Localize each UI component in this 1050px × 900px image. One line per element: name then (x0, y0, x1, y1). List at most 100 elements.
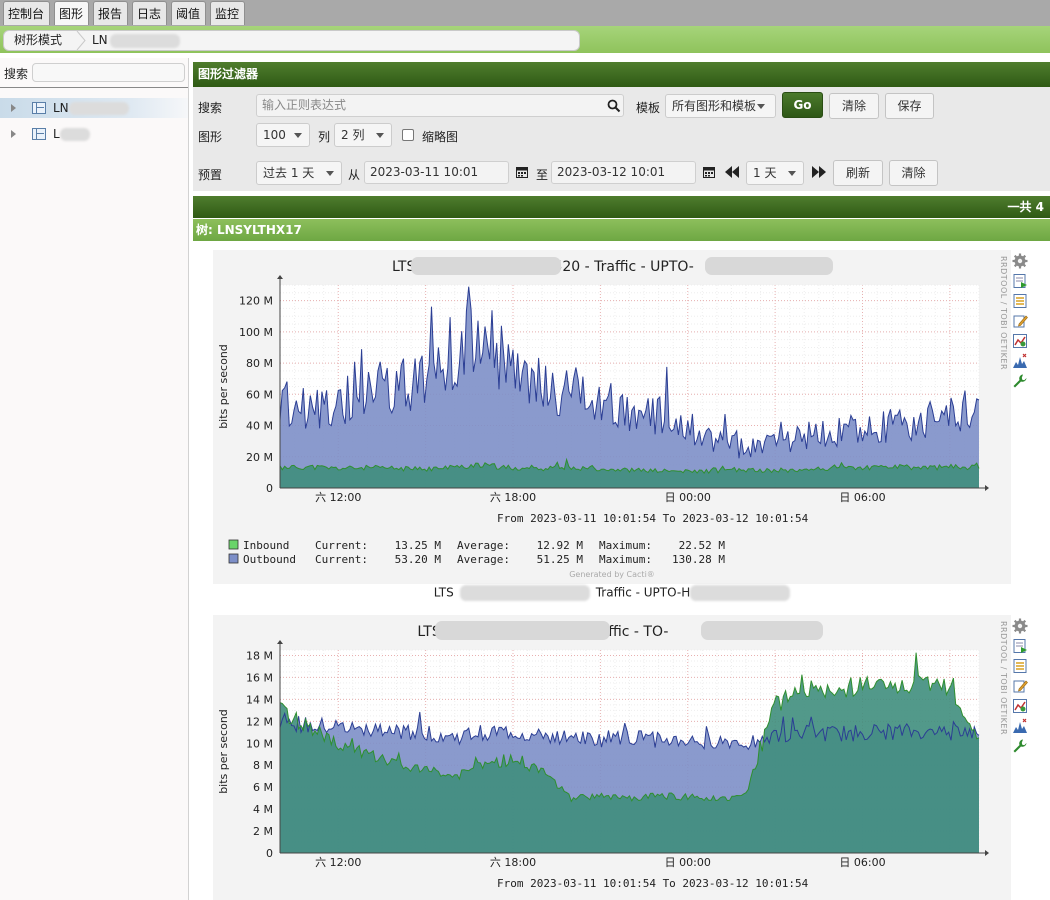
template-label: 模板 (636, 101, 661, 115)
calendar-icon[interactable] (703, 166, 715, 178)
x-tick-label: 日 00:00 (665, 491, 711, 504)
shift-right-icon[interactable] (812, 166, 826, 178)
x-axis-arrow-icon (985, 850, 989, 856)
chevron-down-icon (294, 133, 302, 138)
gear-icon[interactable] (1012, 253, 1028, 269)
x-tick-label: 日 00:00 (665, 856, 711, 869)
graph-icon[interactable] (1012, 333, 1028, 349)
expand-arrow-icon[interactable] (11, 130, 16, 138)
export-icon[interactable] (1012, 273, 1028, 289)
tab-monitor[interactable]: 监控 (210, 1, 245, 25)
go-button[interactable]: Go (782, 92, 823, 118)
clear-timespan-button[interactable]: 清除 (889, 160, 938, 186)
y-tick-label: 2 M (253, 825, 273, 838)
legend-average-label: Average: (457, 553, 510, 566)
expand-arrow-icon[interactable] (11, 104, 16, 112)
redacted-text (59, 128, 90, 141)
y-axis-arrow-icon (277, 640, 283, 644)
rrdtool-credit-1: RRDTOOL / TOBI OETIKER (999, 256, 1008, 371)
preset-select[interactable]: 过去 1 天 (256, 161, 342, 185)
tree-node[interactable]: L (0, 124, 188, 144)
tree-search-input[interactable] (32, 63, 185, 82)
redacted-text (690, 585, 791, 601)
thumbnail-checkbox[interactable] (402, 129, 414, 141)
x-tick-label: 六 12:00 (315, 491, 361, 504)
tab-logs[interactable]: 日志 (132, 1, 167, 25)
redacted-text (701, 621, 823, 640)
spike-icon[interactable] (1012, 718, 1028, 734)
y-tick-label: 16 M (246, 671, 273, 684)
refresh-button[interactable]: 刷新 (833, 160, 883, 186)
y-axis-label: bits per second (217, 344, 230, 429)
generated-by-text: Generated by Cacti® (569, 570, 655, 579)
legend-current-value: 13.25 M (395, 539, 442, 552)
redacted-text (705, 257, 833, 275)
y-tick-label: 10 M (246, 737, 273, 750)
spike-icon[interactable] (1012, 353, 1028, 369)
tree-search-label: 搜索 (4, 67, 29, 81)
x-tick-label: 日 06:00 (839, 491, 885, 504)
tree-node[interactable]: LN (0, 98, 188, 118)
legend-swatch (228, 553, 239, 564)
calendar-icon[interactable] (516, 166, 528, 178)
template-select[interactable]: 所有图形和模板 (665, 94, 776, 118)
top-tab-bar: 控制台 图形 报告 日志 阈值 监控 (0, 0, 1050, 27)
search-icon[interactable] (607, 99, 621, 113)
y-tick-label: 20 M (246, 451, 273, 464)
graph-image-2[interactable]: 0 2 M 4 M 6 M 8 M 10 M 12 M 14 M 16 M 18 M 六 12:00… (213, 615, 1011, 900)
gear-icon[interactable] (1012, 618, 1028, 634)
graph-icon[interactable] (1012, 698, 1028, 714)
breadcrumb-current[interactable]: LN (92, 31, 180, 50)
wrench-icon[interactable] (1012, 738, 1028, 754)
edit-icon[interactable] (1012, 313, 1028, 329)
from-date-input[interactable]: 2023-03-11 10:01 (364, 161, 509, 184)
y-tick-label: 18 M (246, 649, 273, 662)
tab-reports[interactable]: 报告 (93, 1, 128, 25)
y-tick-label: 14 M (246, 693, 273, 706)
search-label: 搜索 (198, 101, 223, 115)
thumbnail-label: 缩略图 (422, 130, 459, 144)
wrench-icon[interactable] (1012, 373, 1028, 389)
tab-graphs[interactable]: 图形 (54, 1, 89, 25)
tree-node-label: LN (53, 98, 129, 118)
legend-average-label: Average: (457, 539, 510, 552)
x-tick-label: 日 06:00 (839, 856, 885, 869)
tree-panel: 搜索 LN L (0, 58, 189, 900)
chevron-down-icon (326, 171, 334, 176)
x-axis-arrow-icon (985, 485, 989, 491)
tab-thresholds[interactable]: 阈值 (171, 1, 206, 25)
list-icon[interactable] (1012, 658, 1028, 674)
shift-left-icon[interactable] (725, 166, 739, 178)
y-tick-label: 40 M (246, 420, 273, 433)
search-input[interactable]: 输入正则表达式 (256, 94, 624, 117)
breadcrumb-tree-mode[interactable]: 树形模式 (14, 31, 62, 50)
y-tick-label: 120 M (239, 295, 273, 308)
graph-image-1[interactable]: 0 20 M 40 M 60 M 80 M 100 M 120 M 六 12:00 六 18:0… (213, 250, 1011, 584)
timespan-shift-select[interactable]: 1 天 (746, 161, 804, 185)
to-date-input[interactable]: 2023-03-12 10:01 (551, 161, 696, 184)
traffic-graph-2: 0 2 M 4 M 6 M 8 M 10 M 12 M 14 M 16 M 18 M 六 12:00… (217, 621, 989, 890)
redacted-text (68, 102, 129, 115)
list-icon[interactable] (1012, 293, 1028, 309)
edit-icon[interactable] (1012, 678, 1028, 694)
chevron-down-icon (757, 104, 765, 109)
breadcrumb-separator-icon (76, 31, 86, 50)
redacted-text (459, 585, 590, 601)
save-button[interactable]: 保存 (885, 93, 934, 119)
columns-select[interactable]: 2 列 (334, 123, 392, 147)
y-tick-label: 60 M (246, 388, 273, 401)
legend-swatch (228, 539, 239, 550)
legend-series-name: Outbound (243, 553, 296, 566)
redacted-text (411, 257, 561, 275)
legend-maximum-label: Maximum: (599, 539, 652, 552)
x-tick-label: 六 18:00 (490, 856, 536, 869)
redacted-text (435, 621, 610, 640)
tab-console[interactable]: 控制台 (3, 1, 50, 25)
graphs-per-page-select[interactable]: 100 (256, 123, 310, 147)
time-range-text: From 2023-03-11 10:01:54 To 2023-03-12 1… (497, 512, 809, 525)
divider (0, 87, 188, 88)
time-range-text: From 2023-03-11 10:01:54 To 2023-03-12 1… (497, 877, 809, 890)
clear-button[interactable]: 清除 (829, 93, 879, 119)
to-label: 至 (536, 168, 549, 182)
export-icon[interactable] (1012, 638, 1028, 654)
